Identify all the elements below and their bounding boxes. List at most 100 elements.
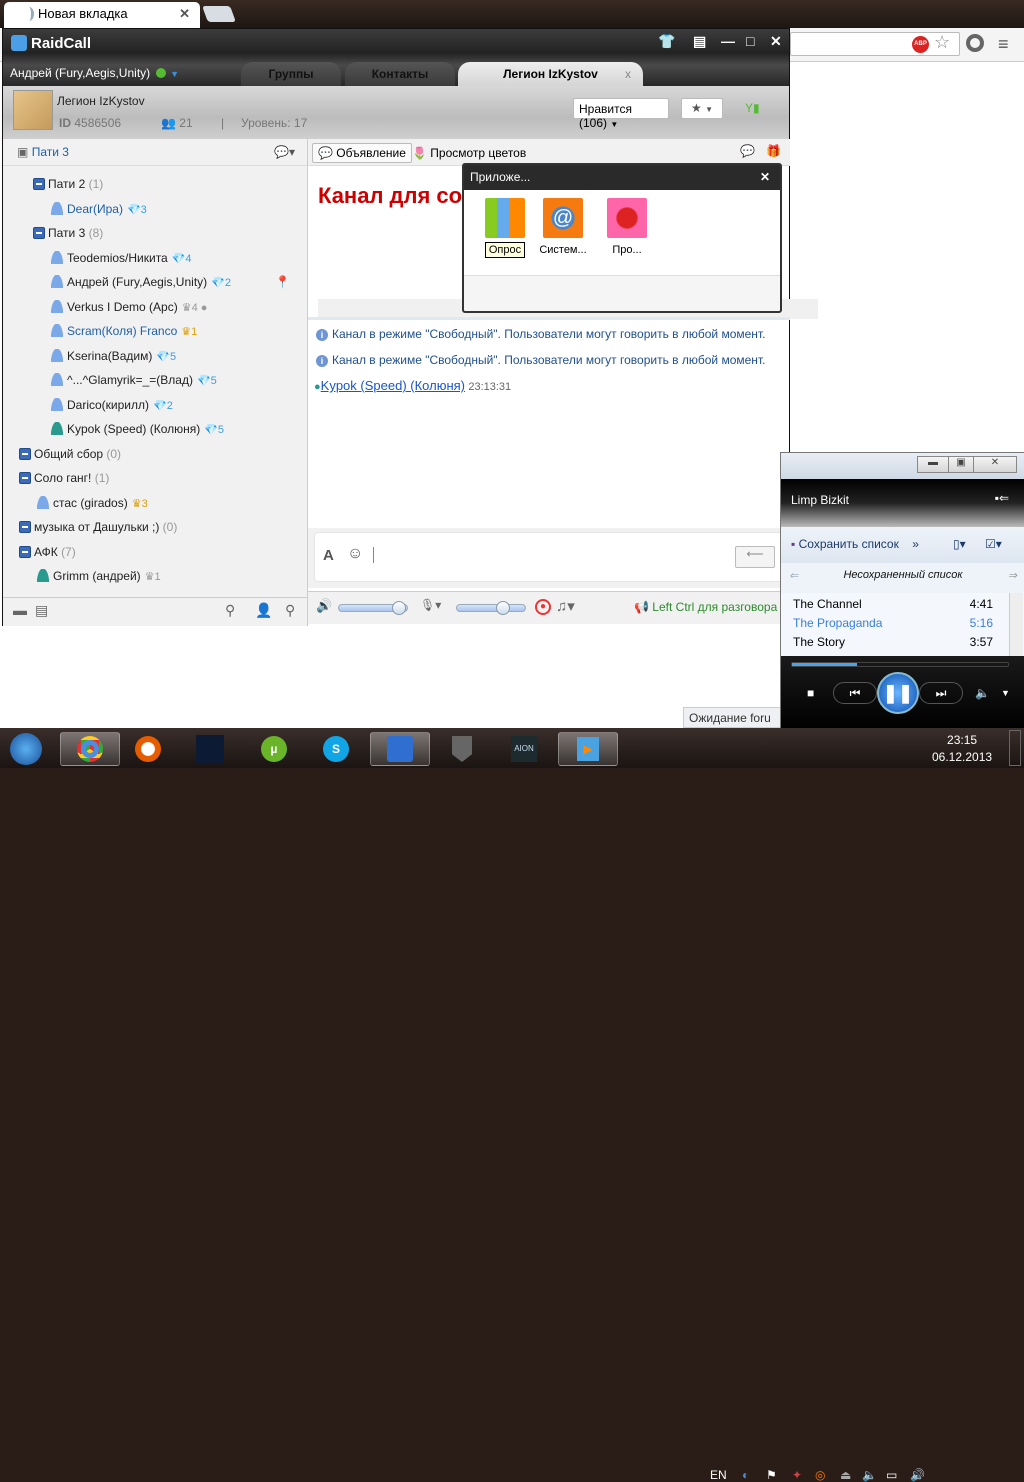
- message-input[interactable]: A ☺ ⟵: [314, 532, 784, 582]
- volume-slider[interactable]: [338, 601, 408, 615]
- send-button[interactable]: ⟵: [735, 546, 775, 568]
- taskbar-chrome[interactable]: [60, 732, 120, 766]
- seek-bar[interactable]: [791, 662, 1009, 667]
- action-center-icon[interactable]: ⚑: [766, 1468, 777, 1482]
- record-icon[interactable]: ●: [535, 599, 551, 615]
- collapse-icon[interactable]: ▬: [13, 602, 27, 618]
- tree-user[interactable]: Kypok (Speed) (Колюня) 💎5: [51, 422, 224, 442]
- track-row[interactable]: The Channel 4:41: [793, 597, 993, 611]
- close-icon[interactable]: ✕: [760, 170, 770, 184]
- tree-user[interactable]: Scram(Коля) Franco ♛1: [51, 324, 197, 344]
- minimize-button[interactable]: —: [721, 33, 735, 49]
- taskbar-aion[interactable]: AION: [494, 732, 554, 766]
- back-arrow-icon[interactable]: ⇐: [789, 569, 798, 582]
- tree-group[interactable]: Пати 2 (1): [33, 177, 103, 197]
- tree-user[interactable]: Verkus I Demo (Арс) ♛4 ●: [51, 299, 207, 320]
- font-icon[interactable]: A: [323, 547, 334, 564]
- app-system[interactable]: @ Систем...: [530, 198, 596, 256]
- collapse-icon[interactable]: [19, 447, 31, 460]
- close-button[interactable]: ✕: [770, 33, 782, 50]
- taskbar-app[interactable]: [180, 732, 240, 766]
- tree-group[interactable]: АФК (7): [19, 545, 76, 565]
- chevron-down-icon[interactable]: ▼: [170, 69, 179, 79]
- tray-app-icon[interactable]: ✦: [792, 1468, 802, 1482]
- tree-user[interactable]: Kserina(Вадим) 💎5: [51, 348, 176, 369]
- collapse-icon[interactable]: [33, 178, 45, 190]
- language-indicator[interactable]: EN: [710, 1468, 727, 1482]
- chevron-down-icon[interactable]: ▼: [1001, 688, 1010, 698]
- speaker-link[interactable]: Kypok (Speed) (Колюня): [321, 378, 465, 393]
- channel-avatar[interactable]: [13, 90, 53, 130]
- flowers-button[interactable]: 🌷 Просмотр цветов: [412, 146, 526, 160]
- pause-button[interactable]: ❚❚: [877, 672, 919, 714]
- tree-group[interactable]: Соло ганг! (1): [19, 471, 109, 491]
- music-icon[interactable]: ♫▾: [556, 597, 575, 615]
- usb-icon[interactable]: ⏏: [840, 1468, 851, 1482]
- volume-icon[interactable]: 🔊: [910, 1468, 925, 1482]
- next-button[interactable]: ⏭: [919, 682, 963, 704]
- tree-group[interactable]: Пати 3 (8): [33, 226, 103, 246]
- chat-icon[interactable]: 💬: [740, 144, 755, 158]
- search-icon[interactable]: ⚲: [285, 602, 295, 619]
- app-poll[interactable]: Опрос: [472, 198, 538, 258]
- slider-knob[interactable]: [391, 601, 406, 615]
- mini-mode-icon[interactable]: ▤: [693, 33, 706, 50]
- taskbar-raidcall[interactable]: [370, 732, 430, 766]
- announcement-button[interactable]: 💬 Объявление: [312, 143, 412, 163]
- more-button[interactable]: »: [912, 537, 919, 551]
- mic-icon[interactable]: 🎙▾: [420, 598, 441, 612]
- tree-group[interactable]: Общий сбор (0): [19, 447, 121, 467]
- favorite-button[interactable]: ★ ▼: [681, 98, 723, 119]
- tray-app-icon[interactable]: ◎: [815, 1468, 825, 1482]
- tree-user[interactable]: стас (girados) ♛3: [37, 495, 148, 516]
- tab-contacts[interactable]: Контакты: [345, 62, 455, 86]
- current-room[interactable]: ▣ Пати 3 💬▾: [3, 139, 307, 166]
- collapse-icon[interactable]: [19, 472, 31, 484]
- new-tab-button[interactable]: [202, 6, 236, 22]
- slider-knob[interactable]: [495, 601, 510, 615]
- close-tab-icon[interactable]: ✕: [179, 6, 190, 22]
- push-to-talk[interactable]: 📢 Left Ctrl для разговора ▼: [634, 600, 790, 614]
- speaker-icon[interactable]: 🔊: [316, 598, 332, 614]
- collapse-icon[interactable]: [19, 521, 31, 533]
- track-row[interactable]: The Story 3:57: [793, 635, 993, 649]
- start-button[interactable]: [4, 732, 48, 766]
- scrollbar[interactable]: [1009, 593, 1023, 656]
- tree-group[interactable]: музыка от Дашульки ;) (0): [19, 520, 177, 540]
- close-button[interactable]: ✕: [973, 456, 1017, 473]
- like-button[interactable]: Нравится (106) ▼: [573, 98, 669, 130]
- restore-button[interactable]: ▣: [948, 456, 974, 473]
- tab-channel[interactable]: Легион IzKystov x: [458, 62, 643, 86]
- save-list-button[interactable]: Сохранить список: [799, 537, 899, 551]
- taskbar-media-player[interactable]: ▶: [558, 732, 618, 766]
- collapse-icon[interactable]: [33, 227, 45, 239]
- gift-icon[interactable]: 🎁: [766, 144, 781, 158]
- contact-card-icon[interactable]: ▤: [35, 602, 48, 619]
- maximize-button[interactable]: □: [746, 33, 754, 49]
- chat-menu-icon[interactable]: 💬▾: [274, 145, 295, 159]
- stop-button[interactable]: ■: [807, 686, 814, 700]
- mute-speaker-icon[interactable]: 🔈: [862, 1468, 877, 1482]
- forward-arrow-icon[interactable]: ⇒: [1008, 569, 1017, 582]
- location-icon[interactable]: ⚲: [225, 602, 235, 619]
- tree-user[interactable]: Dear(Ира) 💎3: [51, 201, 147, 222]
- tree-user[interactable]: Darico(кирилл) 💎2: [51, 397, 173, 418]
- taskbar-wot[interactable]: [432, 732, 492, 766]
- close-tab-icon[interactable]: x: [625, 67, 631, 81]
- user-icon[interactable]: 👤: [255, 602, 272, 619]
- taskbar-skype[interactable]: S: [306, 732, 366, 766]
- tree-user[interactable]: Андрей (Fury,Aegis,Unity) 💎2 📍: [51, 275, 290, 295]
- bookmark-star-icon[interactable]: ☆: [934, 32, 950, 53]
- tree-user[interactable]: ^...^Glamyrik=_=(Влад) 💎5: [51, 373, 217, 393]
- track-row[interactable]: The Propaganda 5:16: [793, 616, 993, 630]
- list-options-icon[interactable]: ☑▾: [985, 537, 1002, 551]
- clock[interactable]: 23:15 06.12.2013: [932, 732, 992, 766]
- show-desktop-button[interactable]: [1009, 730, 1021, 766]
- mic-slider[interactable]: [456, 601, 526, 615]
- extension-icon[interactable]: [966, 34, 984, 52]
- emoji-icon[interactable]: ☺: [347, 545, 363, 563]
- browser-tab[interactable]: Новая вкладка ✕: [4, 2, 200, 28]
- tree-user[interactable]: Teodemios/Никита 💎4: [51, 250, 192, 271]
- adblock-icon[interactable]: ABP: [912, 36, 929, 53]
- app-rose[interactable]: Про...: [594, 198, 660, 256]
